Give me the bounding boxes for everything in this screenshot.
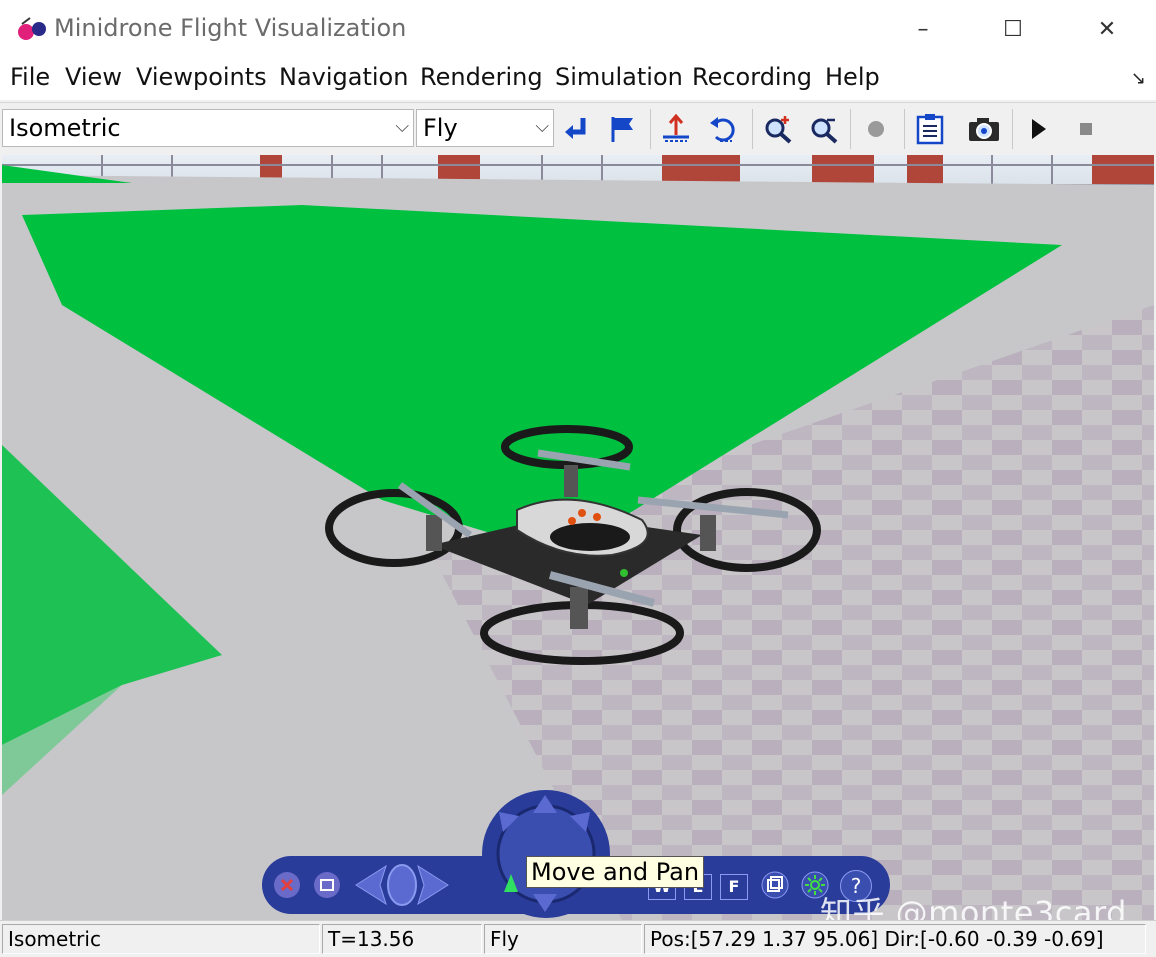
menu-help[interactable]: Help [825,63,880,91]
rotate-controls[interactable] [352,862,452,908]
status-position: Pos:[57.29 1.37 95.06] Dir:[-0.60 -0.39 … [644,924,1146,954]
toolbar: Isometric ⌵ Fly ⌵ [0,102,1156,155]
move-down-button[interactable] [530,890,560,914]
pan-cursor-icon [504,874,518,892]
toolbar-separator [752,109,753,149]
close-button[interactable]: ✕ [1084,10,1130,48]
chevron-down-icon: ⌵ [535,116,549,137]
play-icon [1032,119,1046,139]
fit-view-button[interactable] [760,870,790,900]
record-button[interactable] [858,111,894,147]
title-bar: Minidrone Flight Visualization – ☐ ✕ [0,0,1156,58]
tooltip: Move and Pan [526,856,705,888]
undo-move-button[interactable] [706,111,742,147]
arrow-up-icon [533,795,557,813]
maximize-button[interactable]: ☐ [990,10,1036,48]
menu-view[interactable]: View [65,63,122,91]
minimize-button[interactable]: – [900,10,946,48]
menu-bar: File View Viewpoints Navigation Renderin… [0,58,1156,100]
move-and-pan-button[interactable] [500,872,522,894]
arrow-up-left-icon [499,812,519,832]
toolbar-separator [1012,109,1013,149]
create-viewpoint-flag-icon [611,117,633,142]
vrml-viewer-icon [18,17,46,40]
status-time: T=13.56 [322,924,482,954]
toolbar-separator [850,109,851,149]
camera-capture-icon [969,118,999,141]
straighten-up-icon [663,113,689,142]
rotate-arrows-icon [355,864,449,906]
close-icon: ✕ [1097,16,1117,42]
chevron-down-icon: ⌵ [395,116,409,137]
viewpoint-select-value: Isometric [9,114,121,142]
menu-recording[interactable]: Recording [692,63,812,91]
play-button[interactable] [1020,111,1056,147]
stop-icon [1080,123,1092,135]
return-to-viewpoint-icon [565,118,586,139]
undock-icon[interactable]: ↘ [1131,68,1146,89]
clipboard-button[interactable] [912,111,948,147]
zoom-in-icon [765,116,792,144]
stop-button[interactable] [1068,111,1104,147]
fit-view-icon [761,871,789,899]
zoom-in-button[interactable] [760,111,796,147]
status-mode: Fly [484,924,642,954]
toolbar-separator [650,109,651,149]
arrow-up-right-icon [570,812,590,832]
move-up-button[interactable] [530,793,560,817]
menu-rendering[interactable]: Rendering [420,63,543,91]
app-window: Minidrone Flight Visualization – ☐ ✕ Fil… [0,0,1156,957]
menu-viewpoints[interactable]: Viewpoints [136,63,267,91]
minimize-icon: – [917,16,929,42]
move-up-left-button[interactable] [497,810,521,834]
zoom-out-button[interactable] [806,111,842,147]
fly-mode-button[interactable]: F [720,874,748,900]
window-icon [314,872,340,898]
close-circle-icon [274,872,300,898]
maximize-icon: ☐ [1003,16,1023,42]
clipboard-icon [916,114,944,145]
undo-move-icon [710,117,735,142]
exit-button[interactable] [272,870,302,900]
capture-frame-button[interactable] [966,111,1002,147]
zoom-out-icon [811,118,838,144]
create-viewpoint-button[interactable] [604,111,640,147]
toolbar-separator [904,109,905,149]
return-to-viewpoint-button[interactable] [558,111,594,147]
viewpoint-select[interactable]: Isometric ⌵ [2,109,414,147]
status-viewpoint: Isometric [2,924,320,954]
menu-simulation[interactable]: Simulation [555,63,683,91]
menu-file[interactable]: File [10,63,50,91]
window-title: Minidrone Flight Visualization [54,14,407,42]
menu-navigation[interactable]: Navigation [279,63,408,91]
straighten-up-button[interactable] [658,111,694,147]
arrow-down-icon [533,894,557,912]
status-bar: Isometric T=13.56 Fly Pos:[57.29 1.37 95… [0,920,1156,957]
navigation-select[interactable]: Fly ⌵ [416,109,554,147]
minimize-panel-button[interactable] [312,870,342,900]
navigation-select-value: Fly [423,114,458,142]
record-icon [868,121,884,137]
move-up-right-button[interactable] [568,810,592,834]
